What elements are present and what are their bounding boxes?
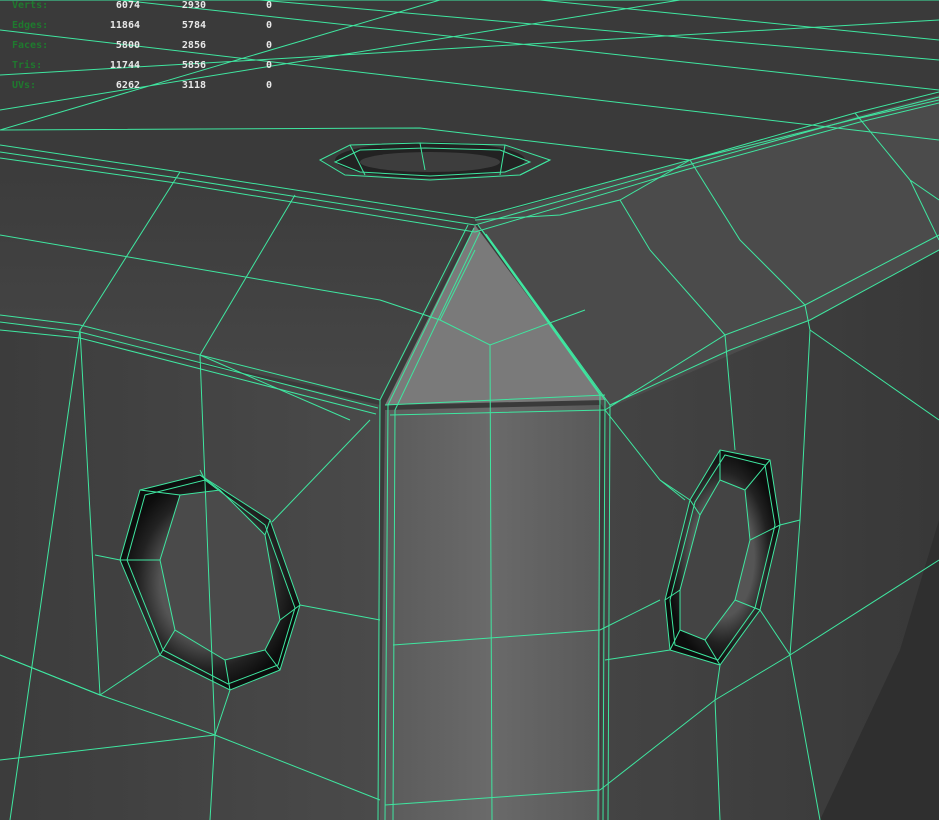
hud-value-selected: 5784 <box>181 20 206 31</box>
hud-label: Faces: <box>12 40 49 51</box>
hud-value-selected: 2856 <box>181 40 206 51</box>
hud-label: UVs: <box>12 80 37 91</box>
3d-viewport[interactable]: Verts: 6074 2930 0 Edges: 11864 5784 0 F… <box>0 0 939 820</box>
hud-value-extra: 0 <box>265 60 272 71</box>
hud-value-total: 6262 <box>115 80 140 91</box>
hud-value-selected: 2930 <box>181 0 206 11</box>
hud-value-total: 6074 <box>115 0 140 11</box>
top-hole-inner <box>360 152 500 172</box>
hud-label: Edges: <box>12 20 49 31</box>
hud-value-selected: 3118 <box>181 80 206 91</box>
hud-value-total: 11864 <box>109 20 140 31</box>
hud-value-extra: 0 <box>265 20 272 31</box>
hud-label: Tris: <box>12 60 43 71</box>
mesh-render[interactable] <box>0 0 939 820</box>
hud-label: Verts: <box>12 0 49 11</box>
hud-value-extra: 0 <box>265 0 272 11</box>
hud-value-total: 11744 <box>109 60 140 71</box>
corner-pillar-face <box>380 405 600 820</box>
hud-value-extra: 0 <box>265 80 272 91</box>
hud-value-selected: 5856 <box>181 60 206 71</box>
hud-value-total: 5800 <box>115 40 140 51</box>
hud-value-extra: 0 <box>265 40 272 51</box>
